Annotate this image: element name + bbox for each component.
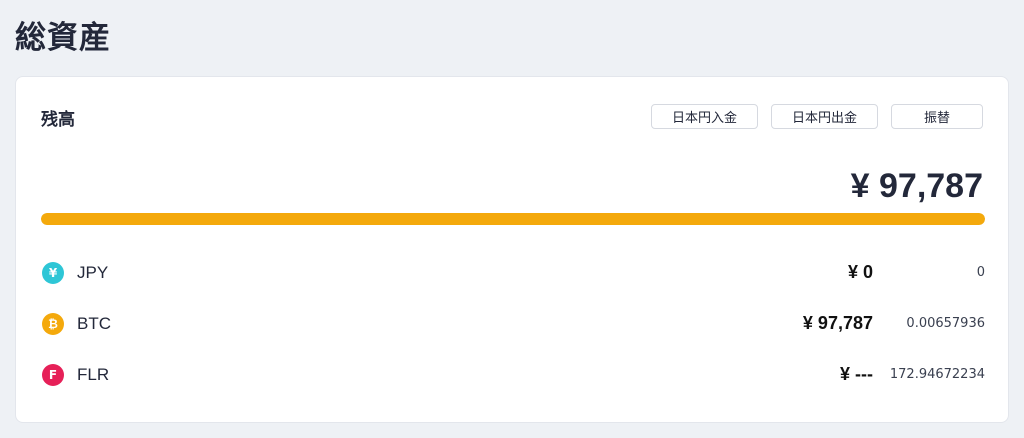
asset-row-btc: ₿ BTC ¥ 97,787 0.00657936 bbox=[41, 298, 985, 349]
jpy-withdraw-button[interactable]: 日本円出金 bbox=[771, 104, 878, 129]
asset-symbol: JPY bbox=[77, 262, 109, 282]
asset-amount: 0 bbox=[976, 265, 985, 280]
balance-actions: 日本円入金 日本円出金 振替 bbox=[651, 104, 983, 129]
asset-amount: 0.00657936 bbox=[906, 316, 985, 331]
page-title: 総資産 bbox=[15, 20, 111, 56]
asset-symbol: FLR bbox=[77, 364, 110, 384]
balance-card: 残高 日本円入金 日本円出金 振替 ¥ 97,787 ¥ JPY ¥ 0 0 ₿… bbox=[15, 76, 1009, 423]
asset-symbol: BTC bbox=[77, 313, 111, 333]
asset-list: ¥ JPY ¥ 0 0 ₿ BTC ¥ 97,787 0.00657936 F … bbox=[41, 247, 985, 400]
bitcoin-icon: ₿ bbox=[42, 312, 64, 335]
flare-icon: F bbox=[42, 363, 64, 386]
asset-jpy-value: ¥ --- bbox=[840, 364, 873, 384]
asset-amount: 172.94672234 bbox=[889, 367, 985, 382]
balance-title: 残高 bbox=[41, 110, 75, 130]
total-balance: ¥ 97,787 bbox=[850, 167, 983, 205]
asset-row-jpy: ¥ JPY ¥ 0 0 bbox=[41, 247, 985, 298]
asset-jpy-value: ¥ 0 bbox=[847, 262, 873, 282]
allocation-bar bbox=[41, 213, 985, 225]
jpy-deposit-button[interactable]: 日本円入金 bbox=[651, 104, 758, 129]
asset-row-flr: F FLR ¥ --- 172.94672234 bbox=[41, 349, 985, 400]
asset-jpy-value: ¥ 97,787 bbox=[802, 313, 873, 333]
allocation-bar-fill bbox=[41, 213, 985, 225]
transfer-button[interactable]: 振替 bbox=[891, 104, 983, 129]
yen-icon: ¥ bbox=[42, 261, 64, 284]
